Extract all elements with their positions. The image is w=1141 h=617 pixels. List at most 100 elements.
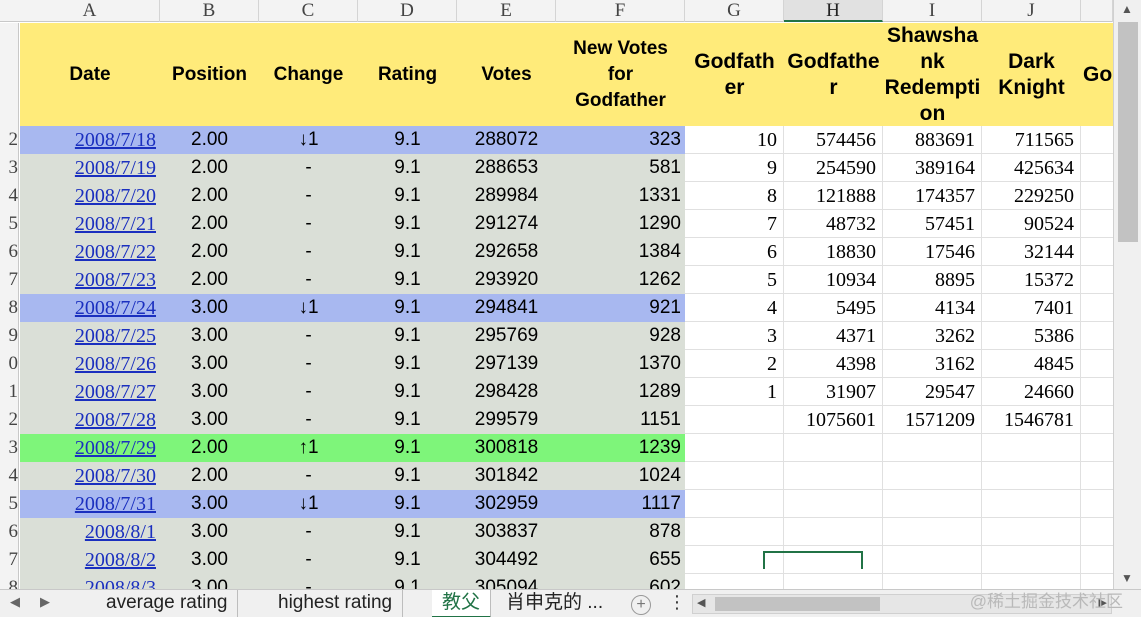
cell-dark-knight-votes[interactable] [982,462,1081,490]
empty-cell[interactable] [1081,490,1113,518]
cell-date[interactable]: 2008/8/3 [20,574,160,589]
cell-change[interactable]: - [259,546,358,574]
sheet-tab-godfather[interactable]: 教父 [432,590,492,617]
row-header[interactable]: 6 [0,238,19,266]
cell-votes[interactable]: 297139 [457,350,556,378]
cell-dark-knight-votes[interactable]: 229250 [982,182,1081,210]
sheet-tab-highest-rating[interactable]: highest rating [268,590,404,617]
empty-cell[interactable] [1081,518,1113,546]
cell-rating[interactable]: 9.1 [358,462,457,490]
cell-godfather-votes[interactable]: 4398 [784,350,883,378]
header-godfather-h[interactable]: Godfathe r [784,23,883,126]
empty-cell[interactable] [1081,126,1113,154]
header-shawshank[interactable]: Shawsha nk Redempti on [883,23,982,126]
row-header[interactable]: 4 [0,182,19,210]
cell-date[interactable]: 2008/7/29 [20,434,160,462]
column-header-I[interactable]: I [883,0,982,22]
cell-dark-knight-votes[interactable]: 5386 [982,322,1081,350]
cell-godfather-votes[interactable]: 18830 [784,238,883,266]
cell-dark-knight-votes[interactable]: 711565 [982,126,1081,154]
cell-votes[interactable]: 293920 [457,266,556,294]
cell-godfather-votes[interactable] [784,434,883,462]
triangle-right-icon[interactable]: ▶ [40,594,50,610]
cell-rating[interactable]: 9.1 [358,406,457,434]
cell-dark-knight-votes[interactable]: 32144 [982,238,1081,266]
column-header-H[interactable]: H [784,0,883,22]
cell-shawshank-votes[interactable] [883,574,982,589]
cell-position[interactable]: 3.00 [160,294,259,322]
cell-votes[interactable]: 292658 [457,238,556,266]
cell-change[interactable]: ↑1 [259,434,358,462]
empty-cell[interactable] [1081,154,1113,182]
cell-shawshank-votes[interactable]: 389164 [883,154,982,182]
cell-godfather-votes[interactable]: 254590 [784,154,883,182]
row-header[interactable]: 3 [0,154,19,182]
cell-new-votes[interactable]: 1117 [556,490,685,518]
cell-score[interactable] [685,434,784,462]
cell-date[interactable]: 2008/7/22 [20,238,160,266]
row-header[interactable]: 6 [0,518,19,546]
cell-date[interactable]: 2008/7/31 [20,490,160,518]
cell-godfather-votes[interactable]: 10934 [784,266,883,294]
vertical-ellipsis-icon[interactable]: ⋮ [668,592,686,613]
cell-change[interactable]: - [259,462,358,490]
cell-position[interactable]: 2.00 [160,434,259,462]
column-header-G[interactable]: G [685,0,784,22]
cell-votes[interactable]: 291274 [457,210,556,238]
cell-date[interactable]: 2008/8/1 [20,518,160,546]
cell-votes[interactable]: 300818 [457,434,556,462]
cell-shawshank-votes[interactable]: 174357 [883,182,982,210]
cell-votes[interactable]: 302959 [457,490,556,518]
cell-godfather-votes[interactable]: 121888 [784,182,883,210]
cell-godfather-votes[interactable]: 31907 [784,378,883,406]
cell-votes[interactable]: 289984 [457,182,556,210]
column-header-A[interactable]: A [20,0,160,22]
cell-shawshank-votes[interactable] [883,434,982,462]
horizontal-scroll-thumb[interactable] [715,597,880,611]
column-header-F[interactable]: F [556,0,685,22]
cell-votes[interactable]: 298428 [457,378,556,406]
cell-dark-knight-votes[interactable] [982,546,1081,574]
cell-dark-knight-votes[interactable]: 1546781 [982,406,1081,434]
row-header[interactable]: 7 [0,266,19,294]
header-change[interactable]: Change [259,23,358,126]
cell-rating[interactable]: 9.1 [358,490,457,518]
sheet-grid[interactable]: Date Position Change Rating Votes New Vo… [20,23,1113,589]
cell-shawshank-votes[interactable]: 4134 [883,294,982,322]
empty-cell[interactable] [1081,350,1113,378]
triangle-left-icon[interactable]: ◀ [10,594,20,610]
empty-cell[interactable] [1081,378,1113,406]
cell-votes[interactable]: 303837 [457,518,556,546]
cell-shawshank-votes[interactable]: 57451 [883,210,982,238]
cell-dark-knight-votes[interactable]: 7401 [982,294,1081,322]
cell-score[interactable] [685,490,784,518]
cell-votes[interactable]: 288653 [457,154,556,182]
row-header[interactable]: 5 [0,490,19,518]
cell-change[interactable]: - [259,406,358,434]
cell-shawshank-votes[interactable] [883,518,982,546]
cell-change[interactable]: - [259,574,358,589]
cell-position[interactable]: 3.00 [160,378,259,406]
cell-date[interactable]: 2008/7/21 [20,210,160,238]
cell-position[interactable]: 2.00 [160,266,259,294]
cell-shawshank-votes[interactable]: 8895 [883,266,982,294]
cell-date[interactable]: 2008/7/23 [20,266,160,294]
empty-cell[interactable] [1081,294,1113,322]
cell-change[interactable]: - [259,210,358,238]
cell-dark-knight-votes[interactable]: 24660 [982,378,1081,406]
cell-score[interactable]: 10 [685,126,784,154]
cell-change[interactable]: - [259,182,358,210]
header-rating[interactable]: Rating [358,23,457,126]
cell-position[interactable]: 3.00 [160,546,259,574]
cell-date[interactable]: 2008/7/25 [20,322,160,350]
cell-new-votes[interactable]: 921 [556,294,685,322]
sheet-tab-shawshank[interactable]: 肖申克的 ... [496,590,613,617]
cell-rating[interactable]: 9.1 [358,378,457,406]
row-header[interactable]: 3 [0,434,19,462]
cell-shawshank-votes[interactable]: 3162 [883,350,982,378]
cell-position[interactable]: 2.00 [160,238,259,266]
row-header[interactable]: 4 [0,462,19,490]
cell-rating[interactable]: 9.1 [358,574,457,589]
cell-rating[interactable]: 9.1 [358,518,457,546]
cell-votes[interactable]: 305094 [457,574,556,589]
